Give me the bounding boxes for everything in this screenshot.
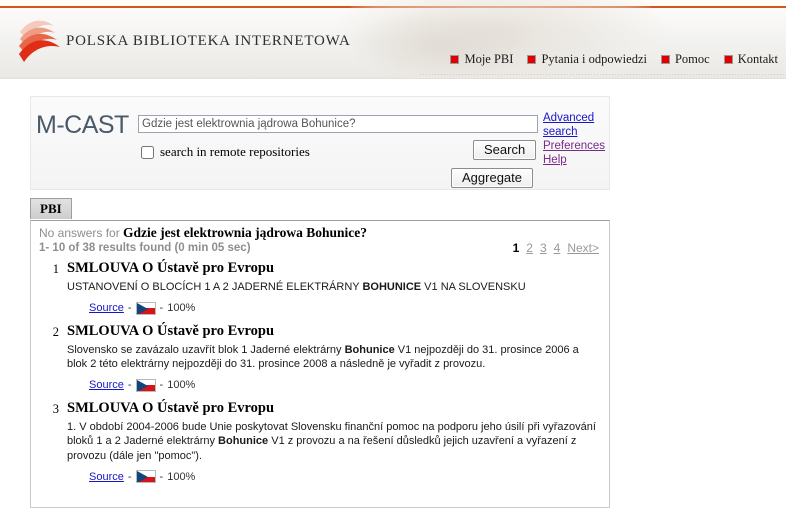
nav-item-kontakt[interactable]: Kontakt <box>723 52 778 67</box>
result-source-link[interactable]: Source <box>89 302 124 314</box>
header-dotted-rule <box>420 74 786 75</box>
result-rank: 2 <box>52 324 59 339</box>
result-snippet: Slovensko se zavázalo uzavřít blok 1 Jad… <box>67 343 599 372</box>
czech-flag-icon <box>135 301 156 315</box>
meta-separator: - <box>127 470 132 483</box>
result-snippet: USTANOVENÍ O BLOCÍCH 1 A 2 JADERNÉ ELEKT… <box>67 280 599 295</box>
nav-item-label: Pomoc <box>674 52 710 66</box>
result-item: 2 SMLOUVA O Ústavě pro Evropu Slovensko … <box>31 317 609 394</box>
result-snippet: 1. V období 2004-2006 bude Unie poskytov… <box>67 420 599 464</box>
no-answers-message: No answers for Gdzie jest elektrownia ją… <box>39 225 601 241</box>
remote-repositories-row: search in remote repositories <box>141 144 310 160</box>
result-meta: Source - - 100% <box>89 378 599 392</box>
result-content: SMLOUVA O Ústavě pro Evropu Slovensko se… <box>67 323 599 392</box>
search-side-links: Advanced search Preferences Help <box>543 111 611 167</box>
nav-item-label: Kontakt <box>737 52 778 66</box>
red-square-icon <box>723 55 733 64</box>
result-rank: 3 <box>52 401 59 416</box>
result-title-link[interactable]: SMLOUVA O Ústavě pro Evropu <box>67 323 599 340</box>
help-link[interactable]: Help <box>543 153 611 167</box>
search-panel: M-CAST search in remote repositories Sea… <box>30 96 610 190</box>
page-link-3[interactable]: 3 <box>540 241 547 255</box>
nav-item-label: Moje PBI <box>464 52 514 66</box>
search-input[interactable] <box>138 115 538 133</box>
nav-item-label: Pytania i odpowiedzi <box>541 52 647 66</box>
result-source-link[interactable]: Source <box>89 471 124 483</box>
app-title: M-CAST <box>36 111 129 139</box>
no-answers-query: Gdzie jest elektrownia jądrowa Bohunice? <box>123 225 368 240</box>
czech-flag-icon <box>135 470 156 483</box>
result-source-link[interactable]: Source <box>89 379 124 391</box>
no-answers-prefix: No answers for <box>39 226 124 240</box>
pbi-logo-icon[interactable] <box>14 14 74 64</box>
snippet-highlight: Bohunice <box>344 343 395 356</box>
result-content: SMLOUVA O Ústavě pro Evropu USTANOVENÍ O… <box>67 260 599 315</box>
result-meta: Source - - 100% <box>89 470 599 483</box>
aggregate-button[interactable]: Aggregate <box>451 168 533 188</box>
result-title-link[interactable]: SMLOUVA O Ústavě pro Evropu <box>67 400 599 417</box>
results-header: No answers for Gdzie jest elektrownia ją… <box>31 221 609 255</box>
red-square-icon <box>660 55 670 64</box>
meta-separator: - <box>159 470 164 483</box>
result-content: SMLOUVA O Ústavě pro Evropu 1. V období … <box>67 400 599 483</box>
snippet-text: USTANOVENÍ O BLOCÍCH 1 A 2 JADERNÉ ELEKT… <box>67 281 363 293</box>
result-item: 3 SMLOUVA O Ústavě pro Evropu 1. V obdob… <box>31 394 609 486</box>
header-nav: Moje PBI Pytania i odpowiedzi Pomoc Kont… <box>450 52 778 67</box>
red-square-icon <box>450 55 460 64</box>
remote-repositories-checkbox[interactable] <box>141 145 154 159</box>
result-score: 100% <box>167 470 196 483</box>
snippet-highlight: BOHUNICE <box>362 281 422 293</box>
meta-separator: - <box>159 379 164 391</box>
nav-item-moje-pbi[interactable]: Moje PBI <box>450 52 513 67</box>
page-link-2[interactable]: 2 <box>526 241 533 255</box>
meta-separator: - <box>127 379 132 391</box>
pagination: 1 2 3 4 Next> <box>513 241 599 255</box>
page-current: 1 <box>512 241 520 255</box>
result-rank: 1 <box>52 262 59 276</box>
results-tabs: PBI <box>30 198 72 219</box>
result-title-link[interactable]: SMLOUVA O Ústavě pro Evropu <box>67 260 599 277</box>
nav-item-pytania-i-odpowiedzi[interactable]: Pytania i odpowiedzi <box>527 52 647 67</box>
page-link-4[interactable]: 4 <box>554 241 561 255</box>
result-item: 1 SMLOUVA O Ústavě pro Evropu USTANOVENÍ… <box>31 254 609 317</box>
red-square-icon <box>527 55 537 64</box>
snippet-highlight: Bohunice <box>218 435 269 447</box>
nav-item-pomoc[interactable]: Pomoc <box>660 52 710 67</box>
meta-separator: - <box>159 302 164 314</box>
result-score: 100% <box>167 379 196 391</box>
header-watermark-secondary <box>346 8 536 78</box>
meta-separator: - <box>127 302 132 314</box>
remote-repositories-label: search in remote repositories <box>160 144 310 159</box>
result-meta: Source - - 100% <box>89 301 599 315</box>
advanced-search-link[interactable]: Advanced search <box>543 111 611 139</box>
page-next-link[interactable]: Next> <box>567 241 599 255</box>
snippet-text: Slovensko se zavázalo uzavřít blok 1 Jad… <box>67 343 345 356</box>
snippet-text: V1 NA SLOVENSKU <box>421 281 526 293</box>
site-header: POLSKA BIBLIOTEKA INTERNETOWA Moje PBI P… <box>0 0 786 79</box>
search-button[interactable]: Search <box>473 140 537 160</box>
preferences-link[interactable]: Preferences <box>543 139 611 153</box>
czech-flag-icon <box>135 378 156 392</box>
tab-pbi[interactable]: PBI <box>30 198 72 219</box>
results-panel: No answers for Gdzie jest elektrownia ją… <box>30 220 610 508</box>
result-score: 100% <box>167 302 196 314</box>
brand-title: POLSKA BIBLIOTEKA INTERNETOWA <box>66 33 351 49</box>
